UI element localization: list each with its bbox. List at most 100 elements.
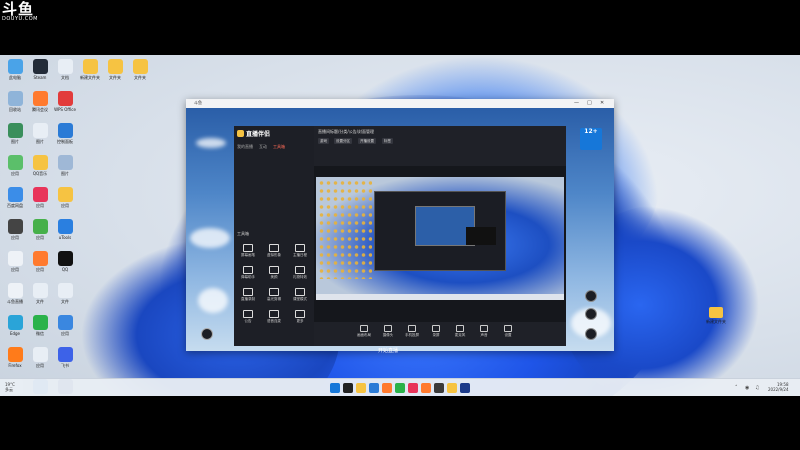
desktop-icon[interactable]: 微信 [27,315,53,336]
desktop-icon[interactable]: QQ音乐 [27,155,53,176]
letterbox-top [0,0,800,55]
wrench-icon[interactable] [585,290,597,302]
close-button[interactable]: ✕ [600,100,604,106]
toolbar-button[interactable]: 画面布局 [354,325,374,338]
exit-icon[interactable] [585,328,597,340]
toolbar-button[interactable]: 设置 [498,325,518,338]
minimize-button[interactable]: — [574,100,579,106]
room-title[interactable]: 直播间标题/分类/公告/封面管理 [318,129,374,135]
desktop-icon[interactable]: 百度网盘 [2,187,28,208]
tab-2[interactable]: 工具箱 [273,144,285,150]
tool-item[interactable]: 美颜 [263,266,285,280]
taskbar-app-icon[interactable] [356,383,366,393]
desktop-icon[interactable]: WPS Office [52,91,78,112]
room-chip[interactable]: 标签 [382,138,393,144]
toolbar-label: 设置 [504,333,512,337]
taskbar-app-icon[interactable] [447,383,457,393]
taskbar-app-icon[interactable] [330,383,340,393]
tool-item[interactable]: 更多 [289,310,311,324]
power-icon[interactable] [201,328,213,340]
clock[interactable]: 19:58 2022/9/24 [768,382,789,392]
toolbar-button[interactable]: 录屏 [426,325,446,338]
desktop-icon[interactable]: 控制面板 [52,123,78,144]
tool-item[interactable]: 主播日程 [289,244,311,258]
taskbar-app-icon[interactable] [434,383,444,393]
start-live-bar[interactable]: 开始直播 [314,346,566,354]
desktop-icon[interactable]: 文件夹 [127,59,153,80]
desktop-icon[interactable]: 应用 [27,219,53,240]
preview-taskbar [316,294,564,300]
tab-1[interactable]: 互动 [259,144,267,150]
desktop-icon[interactable]: 图片 [27,123,53,144]
tool-label: 虚拟形象 [267,253,281,257]
desktop-icon[interactable]: 回收站 [2,91,28,112]
app-icon [57,59,73,74]
taskbar-app-icon[interactable] [408,383,418,393]
tool-item[interactable]: 礼物特效 [289,266,311,280]
desktop-icon[interactable]: 应用 [52,187,78,208]
desktop-icon[interactable]: 腾讯会议 [27,91,53,112]
desktop-icon[interactable]: 图片 [2,123,28,144]
room-chip[interactable]: 设置分区 [334,138,352,144]
desktop-icon[interactable]: 应用 [2,219,28,240]
desktop-icon[interactable]: Edge [2,315,28,336]
desktop-icon-label: 应用 [11,267,19,272]
desktop-icon[interactable]: Firefox [2,347,28,368]
desktop-icon[interactable]: 文档 [52,59,78,80]
toolbar-icon [384,325,392,332]
taskbar-app-icon[interactable] [460,383,470,393]
toolbar-button[interactable]: 摄像头 [378,325,398,338]
weather-widget[interactable]: 19°C 多云 [5,382,15,392]
desktop-icon[interactable]: 应用 [2,251,28,272]
toolbar-button[interactable]: 手机投屏 [402,325,422,338]
taskbar-app-icon[interactable] [421,383,431,393]
desktop-icon[interactable]: 斗鱼直播 [2,283,28,304]
chevron-up-icon[interactable]: ˄ [735,385,738,391]
desktop-icon[interactable]: 应用 [27,187,53,208]
desktop-icon[interactable]: uTools [52,219,78,240]
desktop-folder[interactable]: 新建文件夹 [705,307,727,325]
desktop-icon[interactable]: 文件 [52,283,78,304]
room-chip[interactable]: 开播设置 [358,138,376,144]
desktop-icon[interactable]: 应用 [27,251,53,272]
desktop-icon[interactable]: 图片 [52,155,78,176]
desktop-icon[interactable]: 新建文件夹 [77,59,103,80]
taskbar-app-icon[interactable] [395,383,405,393]
tool-item[interactable]: 公告 [237,310,259,324]
toolbar-button[interactable]: 声音 [474,325,494,338]
desktop-icon[interactable]: Steam [27,59,53,80]
toolbar-label: 手机投屏 [405,333,419,337]
tool-item[interactable]: 弹幕助手 [237,266,259,280]
tool-icon [269,244,279,252]
network-icon[interactable]: ◉ [745,385,749,391]
room-chip[interactable]: 游戏 [318,138,329,144]
desktop-icon[interactable]: 飞书 [52,347,78,368]
tool-item[interactable]: 课堂模式 [289,288,311,302]
desktop-icon[interactable]: 文件 [27,283,53,304]
tool-label: 礼物特效 [293,275,307,279]
tool-label: 直播录制 [241,297,255,301]
tool-item[interactable]: 直播录制 [237,288,259,302]
desktop-icon[interactable]: 应用 [2,155,28,176]
tool-item[interactable]: 语音连麦 [263,310,285,324]
desktop-icon-label: 微信 [36,331,44,336]
desktop-icon[interactable]: QQ [52,251,78,272]
toolbar-label: 画面布局 [357,333,371,337]
desktop-icon[interactable]: 应用 [27,347,53,368]
toolbar-button[interactable]: 麦克风 [450,325,470,338]
live-preview[interactable] [316,177,564,300]
tab-0[interactable]: 我的直播 [237,144,253,150]
screen-icon[interactable] [585,308,597,320]
tool-item[interactable]: 虚拟形象 [263,244,285,258]
desktop-icon[interactable]: 此电脑 [2,59,28,80]
taskbar-app-icon[interactable] [382,383,392,393]
desktop-icon[interactable]: 文件夹 [102,59,128,80]
tool-item[interactable]: 屏幕画笔 [237,244,259,258]
taskbar-app-icon[interactable] [343,383,353,393]
desktop-icon[interactable]: 应用 [52,315,78,336]
taskbar-app-icon[interactable] [369,383,379,393]
volume-icon[interactable]: ♫ [755,385,759,391]
app-icon [7,219,23,234]
maximize-button[interactable]: □ [587,100,592,106]
tool-item[interactable]: 高光剪辑 [263,288,285,302]
